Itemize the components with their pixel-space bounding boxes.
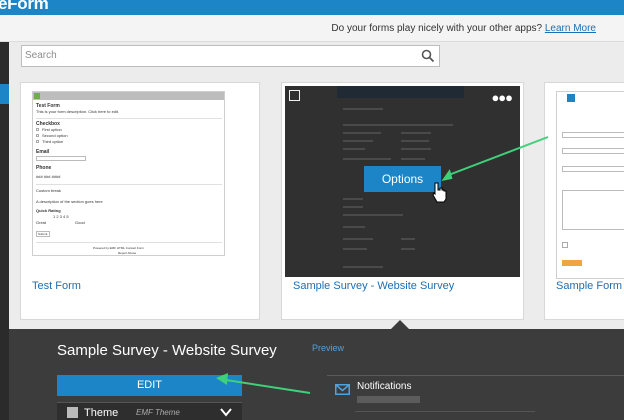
card-name[interactable]: Sample Form - bbox=[556, 280, 624, 292]
brand-logo[interactable]: eForm bbox=[0, 0, 49, 14]
preview-checkbox bbox=[36, 140, 39, 143]
preview-line bbox=[343, 226, 365, 228]
notifications-detail bbox=[357, 396, 420, 403]
form-logo-icon bbox=[567, 94, 575, 102]
preview-line bbox=[343, 108, 383, 110]
preview-label: Custom break bbox=[36, 188, 61, 193]
preview-description: This is your form description. Click her… bbox=[36, 109, 120, 114]
form-gallery: Search Test Form This is your form descr… bbox=[9, 42, 624, 329]
theme-name: EMF Theme bbox=[136, 408, 180, 417]
form-card-sample-survey[interactable]: ●●● Options Sample Survey - Website Surv… bbox=[281, 82, 524, 320]
preview-line bbox=[343, 198, 363, 200]
more-dots-icon[interactable]: ●●● bbox=[491, 90, 513, 105]
form-card-test-form[interactable]: Test Form This is your form description.… bbox=[20, 82, 260, 320]
promo-bar: Do your forms play nicely with your othe… bbox=[0, 15, 624, 42]
preview-line bbox=[401, 248, 415, 250]
notifications-section[interactable]: Notifications bbox=[327, 375, 624, 420]
preview-line bbox=[401, 140, 429, 142]
card-name[interactable]: Test Form bbox=[32, 280, 81, 292]
promo-message: Do your forms play nicely with your othe… bbox=[331, 23, 596, 34]
card-name[interactable]: Sample Survey - Website Survey bbox=[293, 280, 454, 292]
preview-line bbox=[343, 124, 453, 126]
preview-line bbox=[343, 214, 403, 216]
edit-button[interactable]: EDIT bbox=[57, 375, 242, 396]
form-card-sample-form[interactable]: Sample Form - bbox=[544, 82, 624, 320]
form-thumbnail[interactable]: Test Form This is your form description.… bbox=[32, 91, 225, 256]
preview-footer: Report Abuse bbox=[118, 251, 137, 255]
preview-checkbox bbox=[562, 242, 568, 248]
form-thumbnail[interactable] bbox=[556, 91, 624, 279]
preview-line bbox=[343, 148, 365, 150]
theme-label: Theme bbox=[84, 407, 119, 419]
promo-question: Do your forms play nicely with your othe… bbox=[331, 23, 543, 34]
preview-line bbox=[343, 206, 363, 208]
preview-input bbox=[562, 166, 624, 172]
form-logo-icon bbox=[34, 93, 40, 99]
options-button[interactable]: Options bbox=[364, 166, 441, 192]
preview-line bbox=[401, 132, 431, 134]
preview-label: Phone bbox=[36, 165, 52, 171]
preview-input bbox=[36, 156, 86, 161]
preview-line bbox=[343, 158, 391, 160]
divider bbox=[355, 411, 535, 412]
preview-line bbox=[401, 158, 425, 160]
preview-value: ### ### #### bbox=[36, 174, 61, 179]
preview-line bbox=[401, 148, 431, 150]
preview-checkbox bbox=[36, 134, 39, 137]
left-rail-active-tab[interactable] bbox=[0, 84, 9, 104]
theme-selector[interactable]: Theme EMF Theme bbox=[57, 402, 242, 420]
preview-checkbox bbox=[36, 128, 39, 131]
mail-icon bbox=[335, 384, 350, 395]
preview-value: Submit bbox=[38, 232, 48, 236]
theme-image-icon bbox=[67, 407, 78, 418]
divider bbox=[36, 118, 222, 119]
search-icon[interactable] bbox=[421, 49, 435, 63]
preview-value: Great bbox=[36, 220, 47, 225]
preview-submit bbox=[562, 260, 582, 266]
preview-value: Good bbox=[75, 220, 85, 225]
preview-line bbox=[401, 238, 415, 240]
preview-header bbox=[337, 86, 464, 98]
preview-line bbox=[343, 140, 373, 142]
divider bbox=[36, 242, 222, 243]
chevron-down-icon[interactable] bbox=[219, 406, 233, 418]
preview-textarea bbox=[562, 190, 624, 230]
preview-label: Email bbox=[36, 149, 50, 155]
search-input[interactable]: Search bbox=[25, 50, 57, 61]
form-detail-panel: Sample Survey - Website Survey Preview E… bbox=[9, 329, 624, 420]
selected-form-title: Sample Survey - Website Survey bbox=[57, 342, 277, 359]
notifications-label: Notifications bbox=[357, 381, 412, 392]
form-thumbnail[interactable]: ●●● Options bbox=[285, 86, 520, 277]
preview-value: 1 2 3 4 5 bbox=[53, 214, 69, 219]
preview-line bbox=[343, 238, 373, 240]
preview-line bbox=[343, 248, 367, 250]
preview-description: A description of the section goes here bbox=[36, 199, 103, 204]
divider bbox=[36, 184, 222, 185]
select-checkbox[interactable] bbox=[289, 90, 300, 101]
app-window: eForm Do your forms play nicely with you… bbox=[0, 0, 624, 420]
preview-input bbox=[562, 132, 624, 138]
brand-bar: eForm bbox=[0, 0, 624, 15]
preview-input bbox=[562, 148, 624, 154]
preview-line bbox=[343, 132, 381, 134]
preview-link[interactable]: Preview bbox=[312, 343, 344, 353]
search-box[interactable]: Search bbox=[21, 45, 440, 67]
learn-more-link[interactable]: Learn More bbox=[545, 23, 596, 34]
preview-line bbox=[343, 266, 383, 268]
preview-option: Third option bbox=[42, 139, 64, 144]
